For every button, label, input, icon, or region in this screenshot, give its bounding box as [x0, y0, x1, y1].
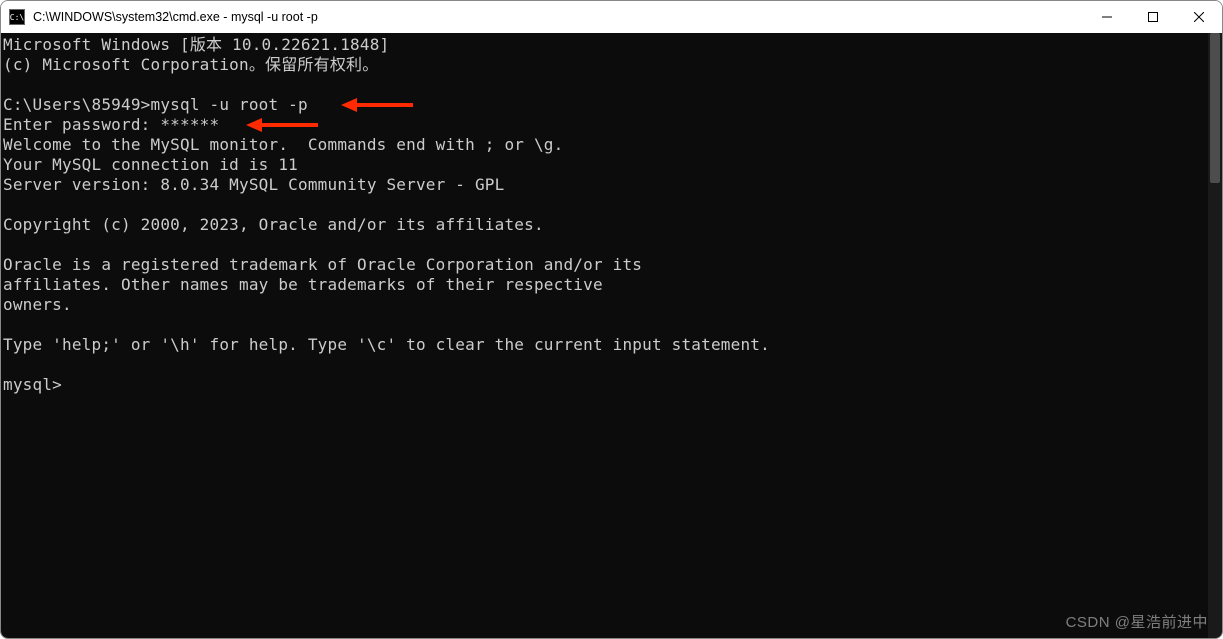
minimize-button[interactable] [1084, 1, 1130, 33]
terminal-output[interactable]: Microsoft Windows [版本 10.0.22621.1848] (… [1, 33, 1208, 638]
scrollbar-vertical[interactable] [1208, 33, 1222, 638]
terminal-area[interactable]: Microsoft Windows [版本 10.0.22621.1848] (… [1, 33, 1222, 638]
titlebar[interactable]: C:\ C:\WINDOWS\system32\cmd.exe - mysql … [1, 1, 1222, 33]
watermark: CSDN @星浩前进中 [1066, 611, 1208, 632]
maximize-button[interactable] [1130, 1, 1176, 33]
window-title: C:\WINDOWS\system32\cmd.exe - mysql -u r… [33, 10, 318, 24]
close-icon [1194, 12, 1204, 22]
minimize-icon [1102, 12, 1112, 22]
cmd-icon: C:\ [9, 9, 25, 25]
cmd-window: C:\ C:\WINDOWS\system32\cmd.exe - mysql … [0, 0, 1223, 639]
scrollbar-thumb[interactable] [1210, 33, 1220, 183]
close-button[interactable] [1176, 1, 1222, 33]
maximize-icon [1148, 12, 1158, 22]
